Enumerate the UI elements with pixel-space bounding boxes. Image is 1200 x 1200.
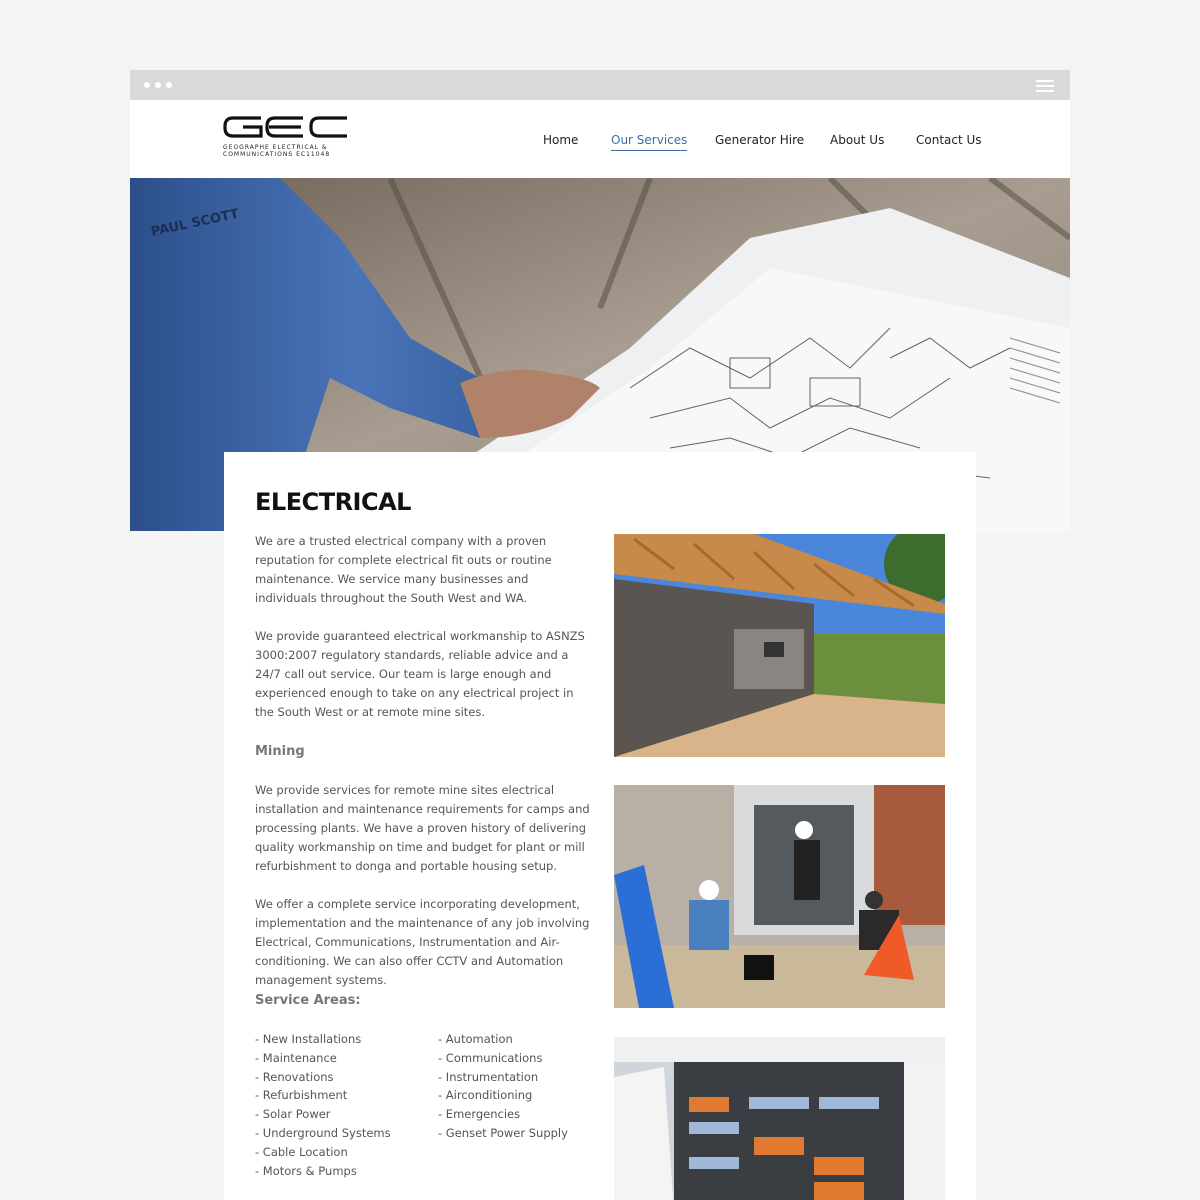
gec-logo[interactable]: GEOGRAPHE ELECTRICAL & COMMUNICATIONS EC… [223,114,353,160]
nav-home[interactable]: Home [543,133,578,147]
project-photo-van [614,1037,945,1200]
window-dot-icon[interactable] [144,82,150,88]
mining-paragraph: We provide services for remote mine site… [255,781,590,876]
project-photo-house [614,534,945,757]
hamburger-menu-icon[interactable] [1036,80,1054,92]
logo-subtitle: GEOGRAPHE ELECTRICAL & COMMUNICATIONS EC… [223,144,353,158]
list-item: - Genset Power Supply [438,1125,568,1140]
list-item: - Automation [438,1032,513,1046]
list-item: - Refurbishment [255,1088,348,1103]
window-dot-icon[interactable] [155,82,161,88]
workmanship-paragraph-text: We provide guaranteed electrical workman… [255,629,585,719]
intro-paragraph-text: We are a trusted electrical company with… [255,534,552,605]
browser-chrome-bar [130,70,1070,100]
list-item: - Underground Systems [255,1125,391,1140]
list-item: - Communications [438,1050,543,1065]
list-item: - Emergencies [438,1107,521,1122]
intro-paragraph: We are a trusted electrical company with… [255,532,590,608]
site-header: GEOGRAPHE ELECTRICAL & COMMUNICATIONS EC… [130,100,1070,178]
list-item: - Cable Location [255,1144,348,1159]
list-item: - Maintenance [255,1050,337,1065]
service-areas-heading: Service Areas: [255,993,361,1008]
page-title: ELECTRICAL [255,488,411,516]
gec-logo-mark-icon [223,116,347,138]
logo-subtitle-line1: GEOGRAPHE ELECTRICAL & [223,144,328,151]
nav-generator-hire[interactable]: Generator Hire [715,133,804,147]
list-item: - Airconditioning [438,1088,533,1103]
services-paragraph-text: We offer a complete service incorporatin… [255,897,590,987]
mining-paragraph-text: We provide services for remote mine site… [255,783,590,873]
list-item: - Motors & Pumps [255,1163,357,1178]
service-list-right: - Automation - Communications - Instrume… [438,1030,568,1143]
workmanship-paragraph: We provide guaranteed electrical workman… [255,627,590,722]
list-item: - New Installations [255,1032,362,1046]
logo-subtitle-line2: COMMUNICATIONS EC11048 [223,151,331,158]
list-item: - Solar Power [255,1107,331,1122]
project-photo-workers [614,785,945,1008]
browser-window: GEOGRAPHE ELECTRICAL & COMMUNICATIONS EC… [130,70,1070,1200]
list-item: - Renovations [255,1069,334,1084]
nav-our-services[interactable]: Our Services [611,133,688,151]
list-item: - Instrumentation [438,1069,539,1084]
nav-about-us[interactable]: About Us [830,133,884,147]
window-dot-icon[interactable] [166,82,172,88]
nav-contact-us[interactable]: Contact Us [916,133,982,147]
content-card: ELECTRICAL We are a trusted electrical c… [224,452,976,1200]
mining-heading: Mining [255,744,305,759]
service-list-left: - New Installations - Maintenance - Reno… [255,1030,391,1180]
services-paragraph: We offer a complete service incorporatin… [255,895,590,990]
